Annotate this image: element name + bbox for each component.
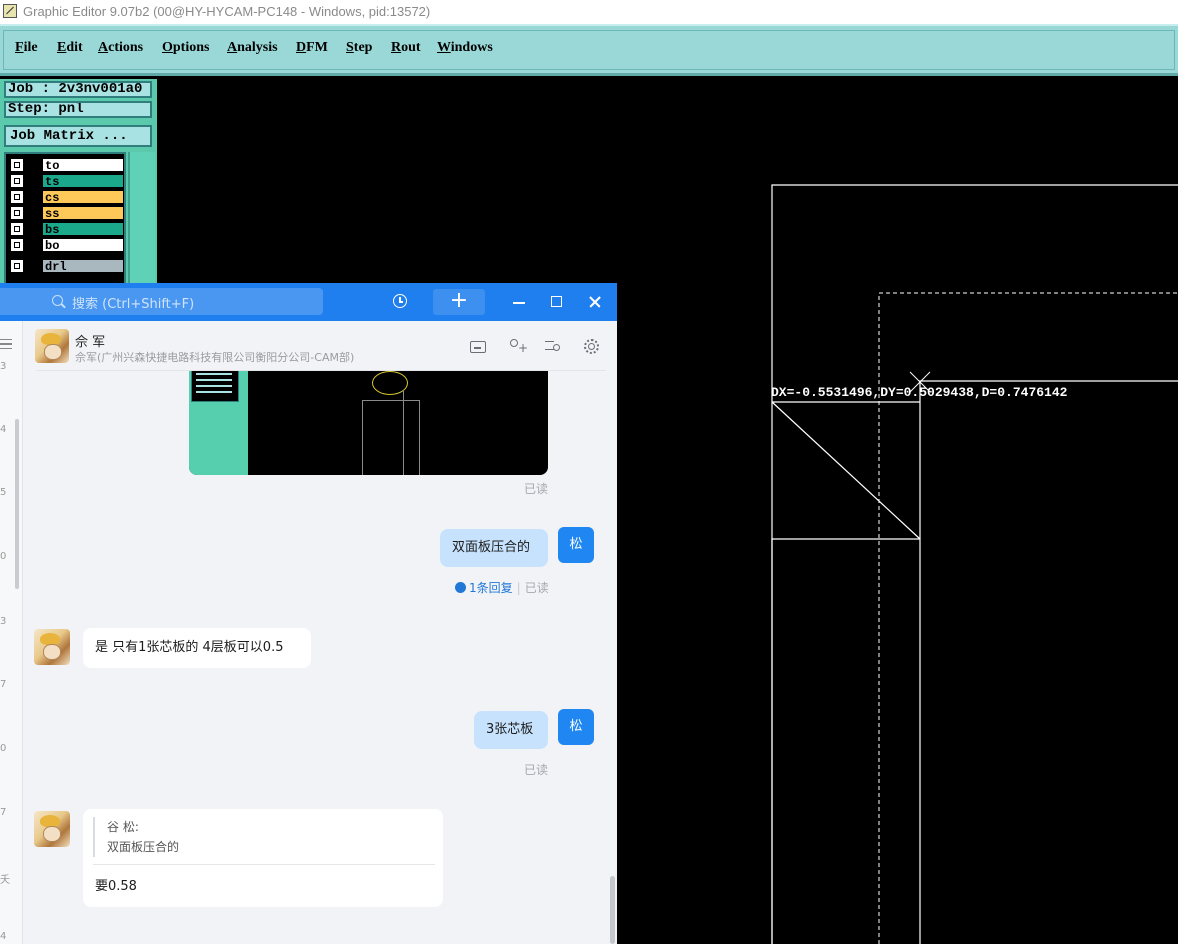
reply-icon	[455, 582, 466, 593]
layer-row-bo[interactable]: bo	[8, 238, 124, 253]
menu-icon[interactable]	[0, 339, 12, 349]
layer-checkbox[interactable]	[11, 191, 23, 203]
side-text: 5	[0, 487, 7, 498]
history-icon[interactable]	[393, 294, 407, 308]
step-label: Step: pnl	[4, 101, 152, 118]
side-text: 7	[0, 807, 7, 818]
contact-avatar[interactable]	[35, 329, 69, 363]
message-list: 已读 双面板压合的 松 1条回复 | 已读 是 只有1张芯板的 4层板可以0.5 3…	[23, 371, 617, 944]
side-text: 3	[0, 361, 7, 372]
layer-name: ts	[42, 174, 124, 189]
job-label: Job : 2v3nv001a0	[4, 81, 152, 98]
side-text: 4	[0, 931, 7, 942]
editor-title: Graphic Editor 9.07b2 (00@HY-HYCAM-PC148…	[23, 4, 431, 19]
layer-checkbox[interactable]	[11, 207, 23, 219]
graphic-canvas[interactable]: DX=-0.5531496,DY=0.5029438,D=0.7476142	[617, 79, 1178, 944]
my-avatar[interactable]: 松	[558, 527, 594, 563]
close-icon[interactable]	[584, 291, 606, 313]
quote-text: 双面板压合的	[107, 840, 180, 854]
layer-name: bs	[42, 222, 124, 237]
search-icon	[52, 295, 63, 306]
layer-row-bs[interactable]: bs	[8, 222, 124, 237]
layer-list: to ts cs ss bs bo drl	[4, 152, 126, 289]
layer-row-ts[interactable]: ts	[8, 174, 124, 189]
chat-window: 搜索 (Ctrl+Shift+F) + 3 4 5 0 3 7 0 7 夭 4 …	[0, 283, 617, 944]
quote-author: 谷 松:	[107, 820, 139, 834]
read-status: 已读	[524, 482, 549, 496]
contact-avatar[interactable]	[34, 629, 70, 665]
chat-toolbar: 搜索 (Ctrl+Shift+F) +	[0, 283, 617, 321]
chat-scrollbar[interactable]	[610, 876, 615, 944]
menu-file[interactable]: File	[15, 40, 38, 56]
board-outline-drawing	[771, 184, 1178, 944]
side-text: 4	[0, 424, 7, 435]
menu-windows[interactable]: Windows	[437, 40, 493, 56]
layer-checkbox[interactable]	[11, 175, 23, 187]
layer-name: drl	[42, 259, 124, 274]
layer-checkbox[interactable]	[11, 239, 23, 251]
side-text: 夭	[0, 875, 10, 886]
menu-bar: File Edit Actions Options Analysis DFM S…	[0, 24, 1178, 76]
reply-count-link[interactable]: 1条回复 | 已读	[455, 579, 549, 596]
layer-row-drl[interactable]: drl	[8, 259, 124, 274]
layer-checkbox[interactable]	[11, 260, 23, 272]
message-bubble-them[interactable]: 是 只有1张芯板的 4层板可以0.5	[83, 628, 311, 668]
side-text: 0	[0, 743, 7, 754]
menu-rout[interactable]: Rout	[391, 40, 421, 56]
message-text: 要0.58	[95, 879, 137, 894]
layer-row-ss[interactable]: ss	[8, 206, 124, 221]
layer-name: cs	[42, 190, 124, 205]
conversation-sidebar: 3 4 5 0 3 7 0 7 夭 4	[0, 321, 23, 944]
shared-screenshot-image[interactable]	[189, 371, 548, 475]
layer-row-to[interactable]: to	[8, 158, 124, 173]
message-bubble-them-quoted[interactable]: 谷 松: 双面板压合的 要0.58	[83, 809, 443, 907]
measurement-readout: DX=-0.5531496,DY=0.5029438,D=0.7476142	[771, 385, 1068, 400]
contact-subtitle: 佘军(广州兴森快捷电路科技有限公司衡阳分公司-CAM部)	[75, 351, 355, 364]
gear-icon[interactable]	[582, 338, 600, 355]
new-chat-button[interactable]: +	[433, 289, 485, 315]
layer-name: ss	[42, 206, 124, 221]
side-text: 7	[0, 679, 7, 690]
message-bubble-me[interactable]: 双面板压合的	[440, 529, 548, 567]
contact-name: 佘 军	[75, 335, 106, 350]
quoted-message[interactable]: 谷 松: 双面板压合的	[93, 817, 449, 857]
add-user-icon[interactable]	[507, 338, 528, 355]
contact-avatar[interactable]	[34, 811, 70, 847]
layer-scrollbar[interactable]	[128, 152, 155, 289]
sidebar-scrollbar[interactable]	[15, 419, 19, 589]
app-icon	[3, 4, 17, 18]
menu-actions[interactable]: Actions	[98, 40, 143, 56]
search-input[interactable]: 搜索 (Ctrl+Shift+F)	[0, 288, 323, 315]
layer-name: bo	[42, 238, 124, 253]
my-avatar[interactable]: 松	[558, 709, 594, 745]
editor-title-bar: Graphic Editor 9.07b2 (00@HY-HYCAM-PC148…	[0, 0, 1178, 24]
menu-edit[interactable]: Edit	[57, 40, 83, 56]
menu-dfm[interactable]: DFM	[296, 40, 328, 56]
menu-analysis[interactable]: Analysis	[227, 40, 278, 56]
maximize-icon[interactable]	[546, 291, 568, 313]
job-matrix-button[interactable]: Job Matrix ...	[4, 125, 152, 147]
layer-checkbox[interactable]	[11, 159, 23, 171]
menu-step[interactable]: Step	[346, 40, 372, 56]
side-text: 3	[0, 616, 7, 627]
read-status: 已读	[524, 763, 549, 777]
layer-name: to	[42, 158, 124, 173]
layer-row-cs[interactable]: cs	[8, 190, 124, 205]
side-text: 0	[0, 551, 7, 562]
search-history-icon[interactable]	[544, 338, 562, 355]
menu-options[interactable]: Options	[162, 40, 209, 56]
minimize-icon[interactable]	[508, 291, 530, 313]
conversation-header: 佘 军 佘军(广州兴森快捷电路科技有限公司衡阳分公司-CAM部)	[23, 321, 617, 373]
message-bubble-me[interactable]: 3张芯板	[474, 711, 548, 749]
layer-checkbox[interactable]	[11, 223, 23, 235]
search-placeholder: 搜索 (Ctrl+Shift+F)	[72, 297, 195, 312]
folder-icon[interactable]	[469, 338, 487, 355]
